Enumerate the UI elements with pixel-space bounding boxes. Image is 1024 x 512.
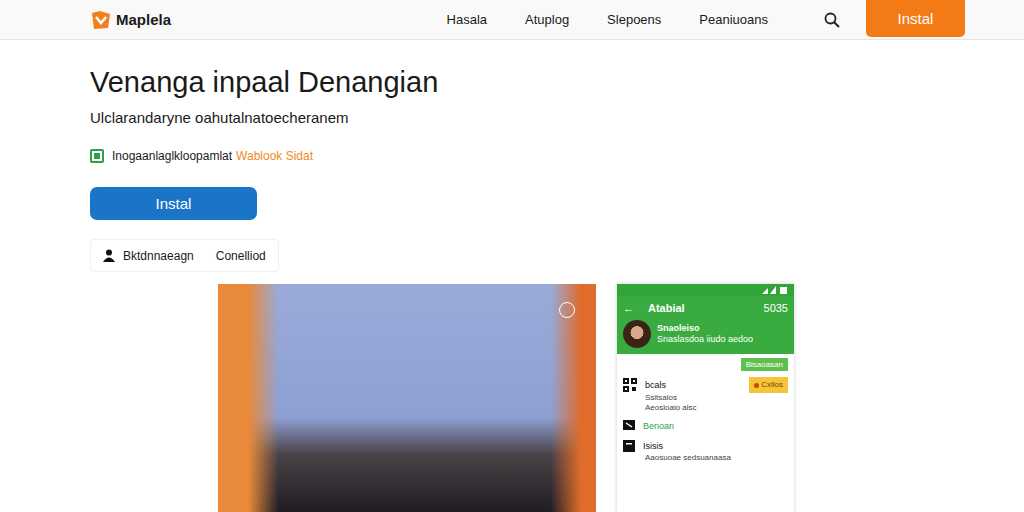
avatar-icon — [623, 320, 651, 348]
nav-link[interactable]: Peaniuoans — [699, 12, 768, 27]
hero-title: Venanga inpaal Denangian — [90, 64, 438, 100]
phone-status: 5035 — [764, 300, 788, 316]
phone-mockup: ← Atabial 5035 Snaoleiso Snaslasdoa iiud… — [617, 284, 794, 512]
feature-highlight[interactable]: Wablook Sidat — [236, 146, 313, 166]
phone-header: ← Atabial 5035 Snaoleiso Snaslasdoa iiud… — [617, 296, 794, 354]
photo — [218, 284, 596, 512]
nav-link[interactable]: Slepoens — [607, 12, 661, 27]
profile-name: Snaoleiso — [657, 323, 753, 334]
profile-subtitle: Snaslasdoa iiudo aedoo — [657, 334, 753, 345]
qr-icon — [623, 378, 637, 392]
item-row: bcals Cxllos — [623, 377, 788, 393]
nav-link[interactable]: Atuplog — [525, 12, 569, 27]
nav: Hasala Atuplog Slepoens Peaniuoans — [447, 12, 768, 27]
item-row: Isisis — [623, 439, 788, 453]
flag-icon — [623, 420, 635, 432]
checkbox-icon[interactable] — [90, 149, 104, 163]
person-icon — [103, 249, 115, 262]
item-row: Benoan — [623, 419, 788, 433]
logo[interactable]: Maplela — [90, 9, 171, 31]
logo-text: Maplela — [116, 11, 171, 28]
meta-author: Bktdnnaeagn — [123, 249, 194, 263]
hero: Venanga inpaal Denangian Ulclarandaryne … — [0, 40, 1024, 512]
page: Maplela HasalaAtuplogSlepoensPeaniuoans … — [0, 0, 1024, 512]
pin-icon — [754, 383, 759, 388]
item-title: Benoan — [643, 419, 674, 433]
item-badge[interactable]: Cxllos — [749, 377, 788, 393]
logo-icon — [90, 9, 112, 31]
list-icon — [623, 440, 635, 452]
top-bar: Maplela HasalaAtuplogSlepoensPeaniuoans … — [0, 0, 1024, 40]
item-detail: Aaosuoae sedsuanaasa — [623, 453, 788, 463]
install-button[interactable]: Instal — [866, 0, 965, 37]
meta-status: Conelliod — [216, 249, 266, 263]
item-detail: Aeosloaio alsc — [623, 403, 788, 413]
phone-item[interactable]: Isisis Aaosuoae sedsuanaasa — [623, 439, 788, 463]
phone-status-bar — [617, 284, 794, 296]
profile: Snaoleiso Snaslasdoa iiudo aedoo — [623, 320, 788, 348]
back-button[interactable]: ← — [623, 300, 634, 316]
phone-item[interactable]: Benoan — [623, 419, 788, 433]
feature-row: Inogaanlaglkloopamlat Wablook Sidat — [90, 146, 313, 166]
search-icon[interactable] — [824, 12, 840, 28]
nav-link[interactable]: Hasala — [447, 12, 487, 27]
action-row: Bisaoasan — [623, 358, 788, 371]
checkbox-mark — [94, 153, 100, 159]
phone-title: Atabial — [648, 300, 685, 316]
phone-item[interactable]: bcals Cxllos SsitsalosAeosloaio alsc — [623, 377, 788, 413]
phone-body: Bisaoasan bcals Cxllos SsitsalosAeosloai… — [617, 354, 794, 467]
hero-subtitle: Ulclarandaryne oahutalnatoecheranem — [90, 108, 349, 128]
photo-circle-icon[interactable] — [559, 302, 575, 318]
item-title: Isisis — [643, 439, 663, 453]
signal-icon — [762, 286, 788, 294]
profile-text: Snaoleiso Snaslasdoa iiudo aedoo — [657, 323, 753, 345]
action-button[interactable]: Bisaoasan — [741, 358, 788, 371]
item-title: bcals — [645, 378, 666, 392]
media-row: ← Atabial 5035 Snaoleiso Snaslasdoa iiud… — [218, 284, 794, 512]
feature-text: Inogaanlaglkloopamlat — [112, 146, 232, 166]
meta-box: Bktdnnaeagn Conelliod — [90, 239, 279, 272]
phone-title-row: ← Atabial 5035 — [623, 300, 788, 316]
hero-install-button[interactable]: Instal — [90, 187, 257, 220]
item-detail: Ssitsalos — [623, 393, 788, 403]
